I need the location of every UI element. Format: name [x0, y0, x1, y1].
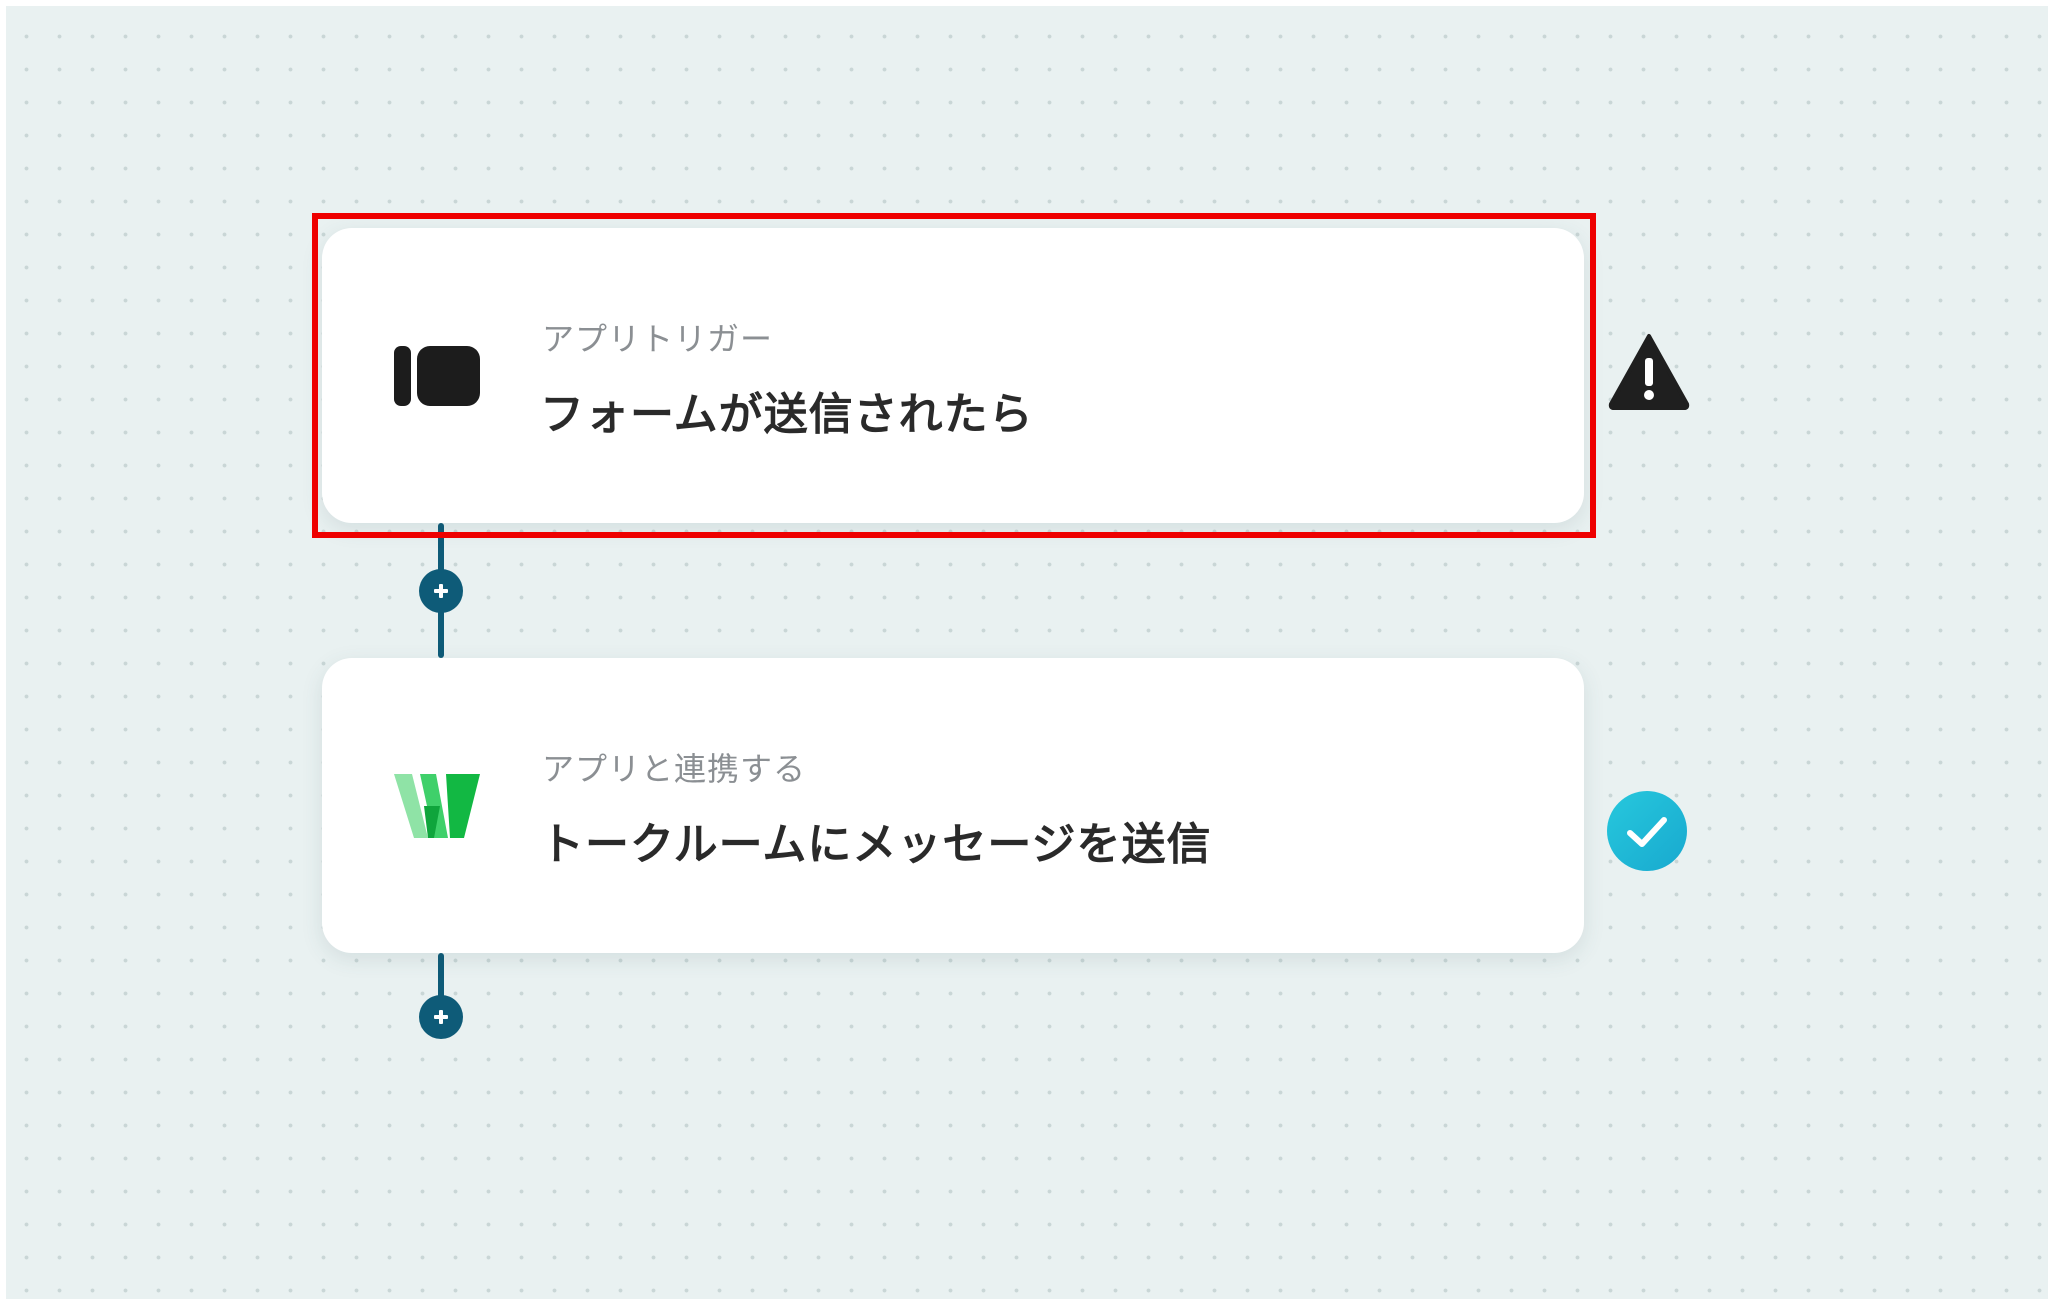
step-title: トークルームにメッセージを送信	[540, 819, 1212, 870]
form-app-icon	[394, 346, 480, 406]
add-step-button[interactable]	[419, 995, 463, 1039]
warning-triangle-icon	[1608, 334, 1690, 410]
step-type-label: アプリトリガー	[542, 320, 774, 358]
check-circle-icon	[1607, 791, 1687, 871]
flow-canvas: アプリトリガー フォームが送信されたら アプリと連携する トークルームにメッセー…	[6, 6, 2048, 1299]
action-step-card[interactable]: アプリと連携する トークルームにメッセージを送信	[322, 658, 1584, 953]
plus-icon	[434, 1010, 448, 1024]
step-type-label: アプリと連携する	[542, 750, 807, 788]
trigger-step-card[interactable]: アプリトリガー フォームが送信されたら	[322, 228, 1584, 523]
add-step-button[interactable]	[419, 569, 463, 613]
plus-icon	[434, 584, 448, 598]
step-title: フォームが送信されたら	[540, 389, 1034, 440]
line-works-icon	[394, 774, 480, 838]
